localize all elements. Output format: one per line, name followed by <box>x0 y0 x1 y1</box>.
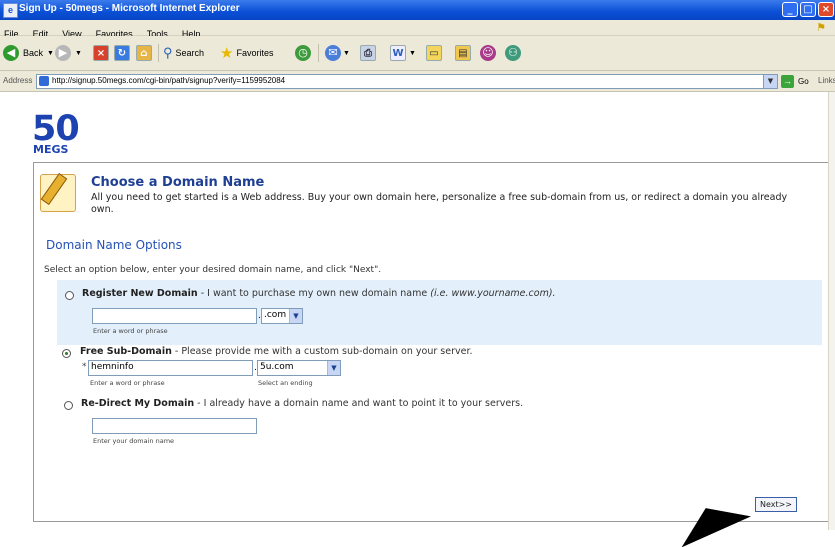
go-button[interactable]: → Go <box>781 74 809 88</box>
redirect-domain-input[interactable] <box>92 418 257 434</box>
favorites-button[interactable]: ★ Favorites <box>220 43 273 63</box>
url-text: http://signup.50megs.com/cgi-bin/path/si… <box>52 76 286 85</box>
maximize-button[interactable]: □ <box>800 2 816 17</box>
tld-value: .com <box>264 310 287 320</box>
redirect-title: Re-Direct My Domain <box>81 398 195 409</box>
star-icon: ★ <box>220 45 234 62</box>
links-button[interactable]: Links <box>818 76 835 85</box>
people-icon: ⚇ <box>505 45 521 61</box>
search-icon: ⚲ <box>163 45 173 60</box>
chevron-down-icon: ▼ <box>343 49 350 57</box>
instructions-text: Select an option below, enter your desir… <box>44 265 382 275</box>
research-button[interactable]: ▤ <box>455 43 471 63</box>
stop-icon: × <box>93 45 109 61</box>
redirect-hint: Enter your domain name <box>93 437 175 445</box>
register-example: (i.e. www.yourname.com). <box>430 288 556 299</box>
refresh-button[interactable]: ↻ <box>114 43 130 63</box>
chevron-down-icon: ▼ <box>409 49 416 57</box>
forward-button[interactable]: ▶ ▼ <box>55 43 82 63</box>
chevron-down-icon: ▼ <box>47 49 54 57</box>
page-title: Choose a Domain Name <box>91 175 265 190</box>
history-button[interactable]: ◷ <box>295 43 311 63</box>
go-label: Go <box>798 76 809 86</box>
close-button[interactable]: × <box>818 2 834 17</box>
address-input[interactable]: http://signup.50megs.com/cgi-bin/path/si… <box>36 74 778 89</box>
toolbar: ◀ Back ▼ ▶ ▼ × ↻ ⌂ ⚲ Search ★ Favorites … <box>0 36 835 71</box>
ending-hint: Select an ending <box>258 379 313 387</box>
required-mark: * <box>82 362 87 372</box>
mail-icon: ✉ <box>325 45 341 61</box>
register-domain-input[interactable] <box>92 308 257 324</box>
chevron-down-icon: ▼ <box>289 309 302 323</box>
messenger-icon: ☺ <box>480 45 496 61</box>
register-title: Register New Domain <box>82 288 198 299</box>
tld-select[interactable]: .com ▼ <box>261 308 303 324</box>
pencil-paper-icon <box>40 173 76 212</box>
back-arrow-icon: ◀ <box>3 45 19 61</box>
page-icon <box>39 76 49 86</box>
research-icon: ▤ <box>455 45 471 61</box>
edit-button[interactable]: W ▼ <box>390 43 416 63</box>
chevron-down-icon: ▼ <box>75 49 82 57</box>
subdomain-hint: Enter a word or phrase <box>90 379 165 387</box>
intro-text: All you need to get started is a Web add… <box>91 192 788 215</box>
next-button[interactable]: Next>> <box>755 497 797 512</box>
messenger-button[interactable]: ☺ <box>480 43 496 63</box>
register-desc: - I want to purchase my own new domain n… <box>197 288 431 299</box>
logo-50[interactable]: 50 <box>32 112 80 147</box>
subdomain-radio[interactable] <box>62 349 71 358</box>
subdomain-desc: - Please provide me with a custom sub-do… <box>171 346 473 357</box>
window-title: Sign Up - 50megs - Microsoft Internet Ex… <box>19 3 240 14</box>
printer-icon: ⎙ <box>360 45 376 61</box>
subdomain-title: Free Sub-Domain <box>80 346 172 357</box>
history-icon: ◷ <box>295 45 311 61</box>
register-option-text: Register New Domain - I want to purchase… <box>82 288 556 299</box>
menu-bar: File Edit View Favorites Tools Help <box>0 20 835 39</box>
print-button[interactable]: ⎙ <box>360 43 376 63</box>
address-label: Address <box>3 76 33 85</box>
go-arrow-icon: → <box>781 74 794 88</box>
chevron-down-icon: ▼ <box>327 361 340 375</box>
ie-page-icon: e <box>3 3 18 18</box>
favorites-label: Favorites <box>236 48 274 58</box>
options-heading: Domain Name Options <box>46 238 182 252</box>
ending-value: 5u.com <box>260 362 294 372</box>
edit-document-icon: W <box>390 45 406 61</box>
refresh-icon: ↻ <box>114 45 130 61</box>
redirect-option-text: Re-Direct My Domain - I already have a d… <box>81 398 523 409</box>
address-bar: Address http://signup.50megs.com/cgi-bin… <box>0 71 835 92</box>
folder-icon: ▭ <box>426 45 442 61</box>
home-button[interactable]: ⌂ <box>136 43 152 63</box>
minimize-button[interactable]: _ <box>782 2 798 17</box>
stop-button[interactable]: × <box>93 43 109 63</box>
back-button[interactable]: ◀ Back ▼ <box>3 43 54 63</box>
chevron-down-icon[interactable]: ▼ <box>763 75 777 88</box>
people-button[interactable]: ⚇ <box>505 43 521 63</box>
back-label: Back <box>23 48 44 58</box>
redirect-radio[interactable] <box>64 401 73 410</box>
register-hint: Enter a word or phrase <box>93 327 168 335</box>
windows-logo-icon: ⚑ <box>810 21 832 35</box>
logo-megs[interactable]: MEGS <box>33 143 68 156</box>
redirect-desc: - I already have a domain name and want … <box>194 398 524 409</box>
subdomain-option-text: Free Sub-Domain - Please provide me with… <box>80 346 473 357</box>
forward-arrow-icon: ▶ <box>55 45 71 61</box>
home-icon: ⌂ <box>136 45 152 61</box>
ending-select[interactable]: 5u.com ▼ <box>257 360 341 376</box>
search-label: Search <box>175 48 205 58</box>
register-radio[interactable] <box>65 291 74 300</box>
vertical-scrollbar[interactable] <box>828 92 835 530</box>
discuss-button[interactable]: ▭ <box>426 43 442 63</box>
search-button[interactable]: ⚲ Search <box>163 43 204 63</box>
subdomain-input[interactable]: hemninfo <box>88 360 253 376</box>
mail-button[interactable]: ✉ ▼ <box>325 43 350 63</box>
title-bar: e Sign Up - 50megs - Microsoft Internet … <box>0 0 835 20</box>
